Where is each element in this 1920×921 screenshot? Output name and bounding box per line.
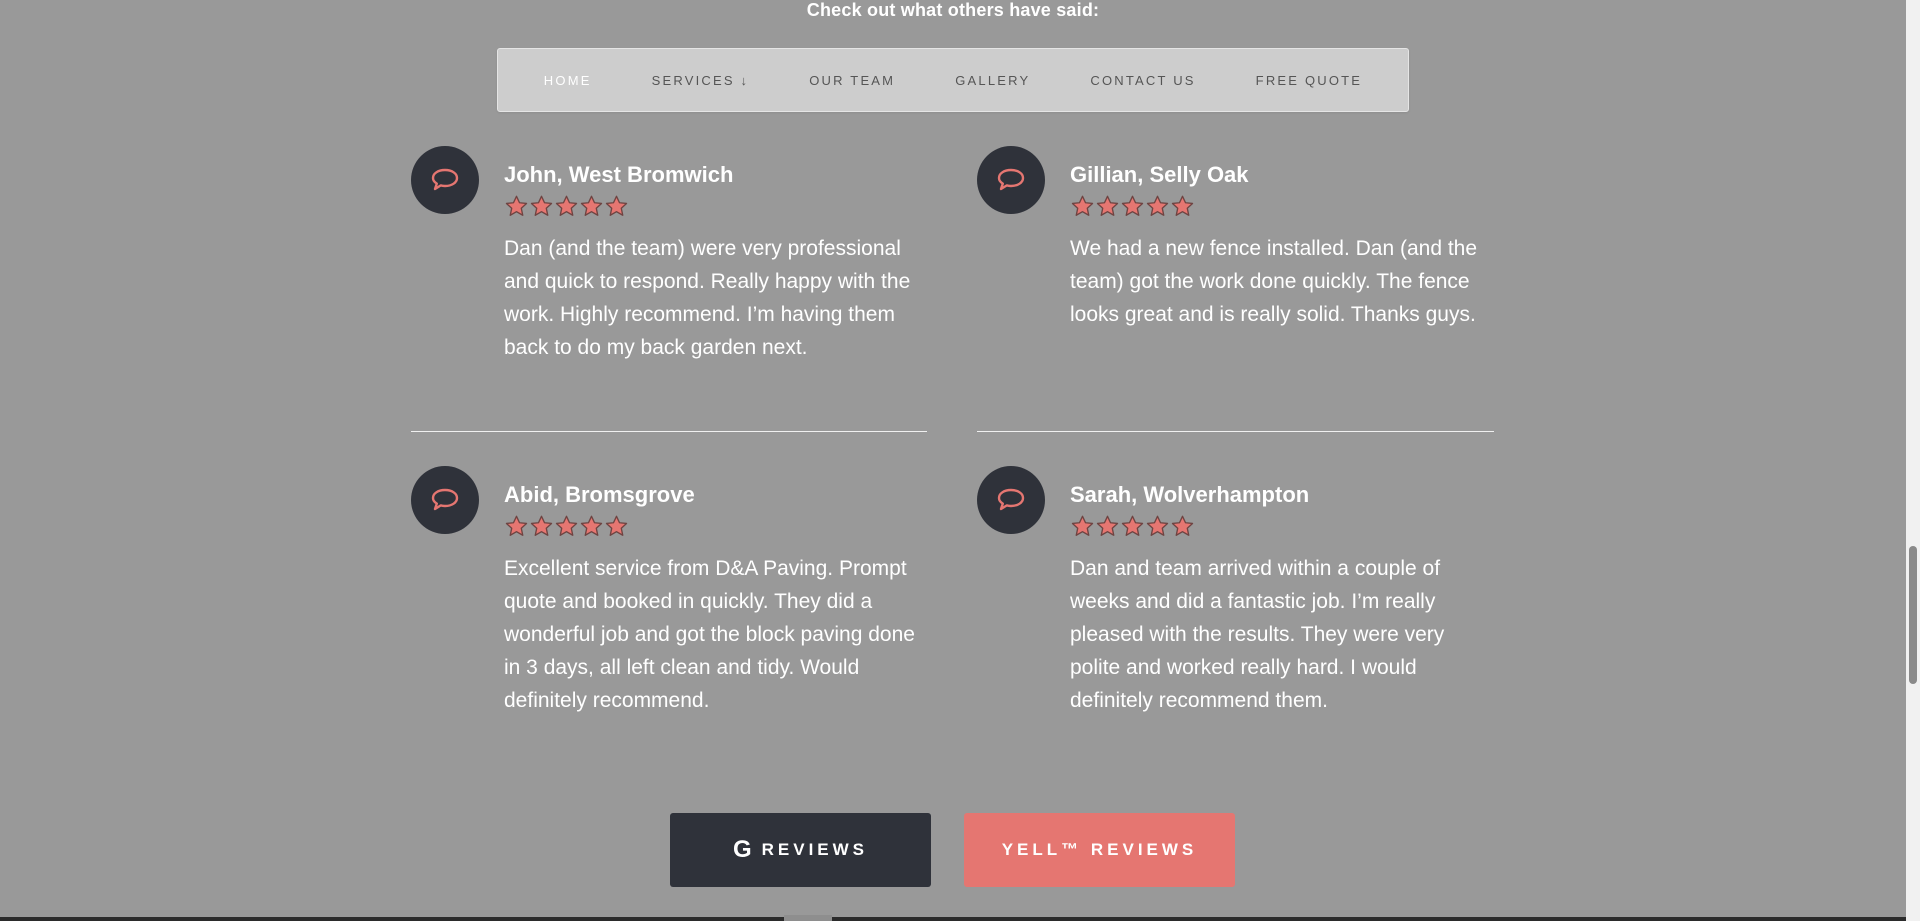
google-reviews-button[interactable]: G REVIEWS [670, 813, 931, 887]
speech-bubble-icon [977, 466, 1045, 534]
star-icon [504, 194, 529, 220]
reviewer-name: Abid, Bromsgrove [504, 482, 695, 507]
star-icon [604, 194, 629, 220]
vertical-scrollbar[interactable] [1906, 0, 1920, 921]
speech-bubble-icon [977, 146, 1045, 214]
nav-item-gallery[interactable]: GALLERY [955, 73, 1030, 88]
bottom-tab[interactable] [784, 915, 832, 921]
star-icon [1120, 194, 1145, 220]
star-icon [554, 514, 579, 540]
star-icon [1170, 514, 1195, 540]
review-text: We had a new fence installed. Dan (and t… [1070, 237, 1478, 326]
yell-reviews-button[interactable]: YELL™ REVIEWS [964, 813, 1235, 887]
star-icon [1145, 194, 1170, 220]
speech-bubble-icon [411, 146, 479, 214]
star-icon [529, 194, 554, 220]
main-navigation: HOME SERVICES ↓ OUR TEAM GALLERY CONTACT… [497, 48, 1409, 112]
page: Check out what others have said: HOME SE… [0, 0, 1906, 921]
yell-reviews-label: YELL™ REVIEWS [1001, 840, 1198, 859]
star-icon [554, 194, 579, 220]
star-icon [504, 514, 529, 540]
section-heading: Check out what others have said: [806, 0, 1100, 20]
review-text: Dan and team arrived within a couple of … [1070, 557, 1445, 712]
star-icon [579, 194, 604, 220]
nav-item-free-quote[interactable]: FREE QUOTE [1256, 73, 1363, 88]
nav-item-home[interactable]: HOME [544, 73, 592, 88]
google-icon: G [732, 836, 752, 863]
star-icon [1070, 514, 1095, 540]
star-rating [1070, 194, 1500, 220]
speech-bubble-icon [411, 466, 479, 534]
divider [977, 431, 1494, 432]
google-reviews-label: REVIEWS [761, 840, 869, 859]
reviewer-name: Gillian, Selly Oak [1070, 162, 1249, 187]
star-rating [504, 514, 934, 540]
star-rating [504, 194, 934, 220]
review-text: Excellent service from D&A Paving. Promp… [504, 557, 915, 712]
star-icon [1095, 194, 1120, 220]
star-icon [1120, 514, 1145, 540]
bottom-bar [0, 917, 1906, 921]
star-icon [1145, 514, 1170, 540]
scrollbar-thumb[interactable] [1909, 546, 1917, 684]
star-icon [604, 514, 629, 540]
nav-item-services[interactable]: SERVICES ↓ [652, 73, 750, 88]
star-icon [1095, 514, 1120, 540]
nav-item-contact-us[interactable]: CONTACT US [1090, 73, 1195, 88]
star-icon [529, 514, 554, 540]
star-icon [1070, 194, 1095, 220]
star-icon [579, 514, 604, 540]
star-rating [1070, 514, 1500, 540]
nav-item-our-team[interactable]: OUR TEAM [809, 73, 895, 88]
star-icon [1170, 194, 1195, 220]
reviewer-name: John, West Bromwich [504, 162, 734, 187]
review-text: Dan (and the team) were very professiona… [504, 237, 911, 359]
reviewer-name: Sarah, Wolverhampton [1070, 482, 1310, 507]
divider [411, 431, 927, 432]
